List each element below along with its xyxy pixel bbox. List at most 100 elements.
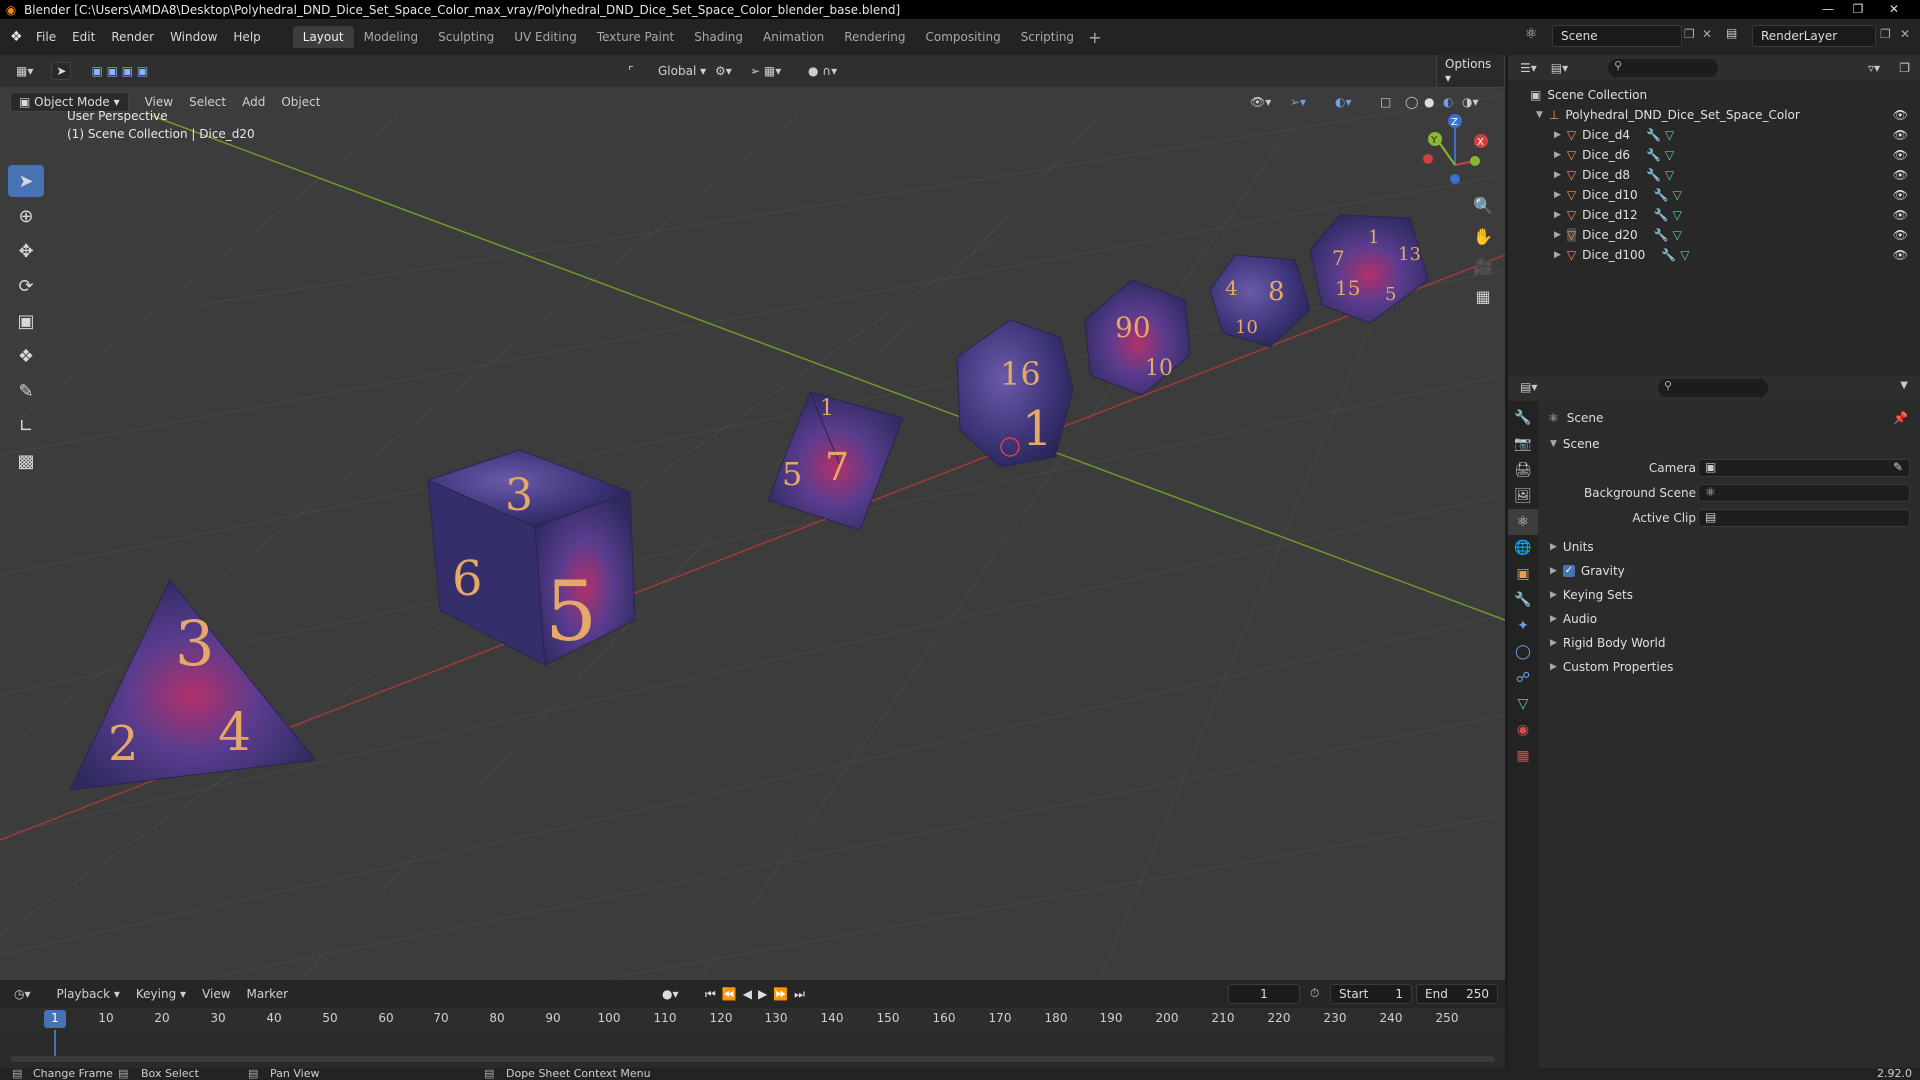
tab-modeling[interactable]: Modeling (354, 26, 429, 48)
start-frame-field[interactable]: Start 1 (1330, 984, 1412, 1004)
visibility-icon[interactable]: 👁▾ (1250, 95, 1271, 109)
menu-render[interactable]: Render (103, 30, 162, 44)
gravity-panel-header[interactable]: ▶ ✓ Gravity (1538, 560, 1920, 582)
outliner-item[interactable]: ▶ ▽ Dice_d12 🔧 ▽ 👁 (1508, 205, 1920, 225)
outliner-item[interactable]: ▶ ▽ Dice_d4 🔧 ▽ 👁 (1508, 125, 1920, 145)
options-button[interactable]: Options ▾ (1436, 55, 1505, 88)
rigid-body-world-panel-header[interactable]: ▶ Rigid Body World (1538, 632, 1920, 654)
measure-tool-icon[interactable]: ∟ (8, 410, 44, 442)
tab-texture-paint[interactable]: Texture Paint (587, 26, 684, 48)
add-workspace-icon[interactable]: + (1088, 28, 1101, 47)
cursor-tool-icon[interactable]: ⊕ (8, 200, 44, 232)
menu-object[interactable]: Object (273, 93, 328, 111)
eye-icon[interactable]: 👁 (1893, 168, 1908, 182)
outliner-item-active[interactable]: ▶ ▽ Dice_d20 🔧 ▽ 👁 (1508, 225, 1920, 245)
maximize-icon[interactable]: ❐ (1844, 0, 1872, 19)
outliner-item[interactable]: ▶ ▽ Dice_d100 🔧 ▽ 👁 (1508, 245, 1920, 265)
scale-tool-icon[interactable]: ▣ (8, 305, 44, 337)
dice-d10[interactable]: 90 10 (1084, 279, 1191, 396)
outliner-editor-type-icon[interactable]: ☰▾ (1520, 61, 1537, 75)
navigation-gizmo[interactable]: Z Y X (1423, 114, 1488, 184)
xray-icon[interactable]: □ (1380, 95, 1391, 109)
output-tab-icon[interactable]: 🖨 (1508, 457, 1538, 483)
render-tab-icon[interactable]: 📷 (1508, 431, 1538, 457)
gizmo-toggle-icon[interactable]: ➢▾ (1290, 95, 1306, 109)
display-mode-icon[interactable]: ▤▾ (1551, 61, 1568, 75)
marker-menu[interactable]: Marker (239, 985, 296, 1003)
new-scene-icon[interactable]: ❐ (1684, 27, 1695, 41)
editor-type-icon[interactable]: ▦▾ (8, 62, 41, 80)
outliner-item[interactable]: ▶ ▽ Dice_d10 🔧 ▽ 👁 (1508, 185, 1920, 205)
timeline-view-menu[interactable]: View (194, 985, 238, 1003)
dice-d100[interactable]: 1 7 15 5 13 (1309, 214, 1429, 324)
shading-rendered-icon[interactable]: ◑▾ (1462, 95, 1479, 109)
menu-edit[interactable]: Edit (64, 30, 103, 44)
playback-menu[interactable]: Playback ▾ (49, 985, 128, 1003)
audio-panel-header[interactable]: ▶ Audio (1538, 608, 1920, 630)
close-icon[interactable]: ✕ (1880, 0, 1908, 19)
delete-scene-icon[interactable]: ✕ (1702, 27, 1712, 41)
scene-tab-icon[interactable]: ⚛ (1508, 509, 1538, 535)
tab-compositing[interactable]: Compositing (915, 26, 1010, 48)
tab-layout[interactable]: Layout (292, 26, 354, 48)
annotate-tool-icon[interactable]: ✎ (8, 375, 44, 407)
record-icon[interactable]: ●▾ (662, 987, 679, 1001)
custom-properties-panel-header[interactable]: ▶ Custom Properties (1538, 656, 1920, 678)
select-tool-icon[interactable]: ➤ (51, 62, 72, 80)
eye-icon[interactable]: 👁 (1893, 108, 1908, 122)
add-cube-tool-icon[interactable]: ▩ (8, 445, 44, 477)
menu-window[interactable]: Window (162, 30, 225, 44)
eye-icon[interactable]: 👁 (1893, 248, 1908, 262)
dice-d8[interactable]: 1 5 7 (767, 391, 904, 531)
tab-uv-editing[interactable]: UV Editing (504, 26, 587, 48)
new-view-layer-icon[interactable]: ❐ (1880, 27, 1891, 41)
data-tab-icon[interactable]: ▽ (1508, 691, 1538, 717)
rotate-tool-icon[interactable]: ⟳ (8, 270, 44, 302)
eyedropper-icon[interactable]: ✎ (1893, 460, 1903, 474)
timeline-scrollbar[interactable] (10, 1056, 1495, 1062)
preview-range-icon[interactable]: ⏱ (1310, 986, 1319, 1001)
dice-d6[interactable]: 3 6 5 (426, 449, 636, 666)
texture-tab-icon[interactable]: ▦ (1508, 743, 1538, 769)
expand-icon[interactable]: ▶ (1554, 250, 1561, 260)
3d-viewport[interactable]: 3 2 4 3 6 5 1 5 7 16 1 90 10 4 8 10 1 7 … (0, 55, 1505, 980)
orientation-dropdown[interactable]: Global ▾ (650, 62, 714, 80)
dice-d12[interactable]: 4 8 10 (1209, 254, 1311, 348)
current-frame-field[interactable]: 1 (1228, 984, 1300, 1004)
tool-settings-tab-icon[interactable]: 🔧 (1508, 405, 1538, 431)
physics-tab-icon[interactable]: ◯ (1508, 639, 1538, 665)
view-layer-field[interactable]: RenderLayer (1752, 25, 1876, 47)
expand-icon[interactable]: ▶ (1554, 170, 1561, 180)
pin-icon[interactable]: 📌 (1893, 411, 1908, 425)
expand-icon[interactable]: ▶ (1554, 210, 1561, 220)
keying-menu[interactable]: Keying ▾ (128, 985, 194, 1003)
expand-icon[interactable]: ▶ (1554, 130, 1561, 140)
eye-icon[interactable]: 👁 (1893, 148, 1908, 162)
properties-editor-type-icon[interactable]: ▤▾ (1520, 380, 1537, 394)
filter-icon[interactable]: ▿▾ (1868, 61, 1880, 75)
move-tool-icon[interactable]: ✥ (8, 235, 44, 267)
proportional-edit-icon[interactable]: ● ∩▾ (808, 64, 837, 78)
transform-tool-icon[interactable]: ❖ (8, 340, 44, 372)
view-layer-tab-icon[interactable]: 🖼 (1508, 483, 1538, 509)
tab-animation[interactable]: Animation (753, 26, 834, 48)
particles-tab-icon[interactable]: ✦ (1508, 613, 1538, 639)
material-tab-icon[interactable]: ◉ (1508, 717, 1538, 743)
expand-icon[interactable]: ▶ (1554, 150, 1561, 160)
scene-selector-icon[interactable]: ⚛ (1525, 26, 1538, 42)
expand-icon[interactable]: ▶ (1554, 190, 1561, 200)
object-tab-icon[interactable]: ▣ (1508, 561, 1538, 587)
select-box-tool-icon[interactable]: ➤ (8, 165, 44, 197)
tab-shading[interactable]: Shading (684, 26, 753, 48)
outliner-item[interactable]: ▶ ▽ Dice_d6 🔧 ▽ 👁 (1508, 145, 1920, 165)
timeline-editor-type-icon[interactable]: ◷▾ (6, 985, 39, 1003)
minimize-icon[interactable]: — (1814, 0, 1842, 19)
outliner-search-input[interactable]: ⚲ (1608, 59, 1719, 77)
menu-help[interactable]: Help (225, 30, 268, 44)
dice-d20[interactable]: 16 1 (956, 319, 1074, 468)
keying-sets-panel-header[interactable]: ▶ Keying Sets (1538, 584, 1920, 606)
background-scene-field[interactable]: ⚛ (1698, 484, 1910, 502)
snap-icon[interactable]: ➢ ▦▾ (750, 64, 781, 78)
units-panel-header[interactable]: ▶ Units (1538, 536, 1920, 558)
end-frame-field[interactable]: End 250 (1416, 984, 1498, 1004)
